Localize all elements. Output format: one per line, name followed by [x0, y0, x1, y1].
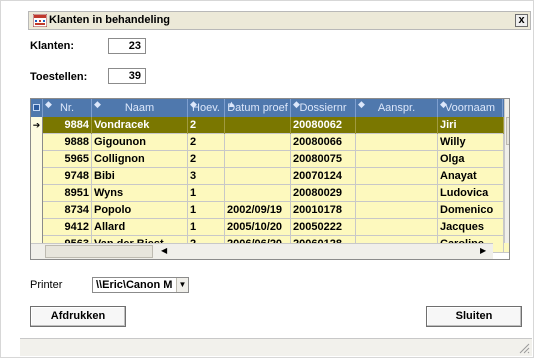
cell-datum-proef	[225, 168, 291, 185]
cell-voornaam: Olga	[438, 151, 504, 168]
row-indicator	[31, 202, 43, 219]
toestellen-label: Toestellen:	[30, 71, 88, 83]
scroll-right-icon[interactable]: ▶	[480, 247, 486, 255]
vertical-scroll-thumb[interactable]	[506, 117, 509, 145]
cell-hoev: 1	[188, 185, 225, 202]
grid-corner-button[interactable]	[31, 99, 43, 117]
printer-label: Printer	[30, 279, 63, 291]
cell-naam: Wyns	[92, 185, 188, 202]
klanten-count-field[interactable]: 23	[108, 38, 146, 54]
cell-aanspr	[356, 202, 438, 219]
grid-header: ◆ Nr. ◆ Naam ◆ Hoev. ▲ Datum proef ◆ Dossiern…	[31, 99, 509, 117]
cell-dossiernr: 20010178	[291, 202, 356, 219]
cell-voornaam: Jacques	[438, 219, 504, 236]
cell-voornaam: Domenico	[438, 202, 504, 219]
cell-dossiernr: 20050222	[291, 219, 356, 236]
cell-naam: Popolo	[92, 202, 188, 219]
cell-dossiernr: 20080062	[291, 117, 356, 134]
cell-datum-proef	[225, 117, 291, 134]
cell-nr: 5965	[43, 151, 92, 168]
horizontal-scroll-thumb[interactable]	[45, 245, 153, 258]
cell-nr: 8734	[43, 202, 92, 219]
cell-aanspr	[356, 151, 438, 168]
resize-grip-icon[interactable]	[519, 343, 530, 354]
column-header-voornaam[interactable]: ◆ Voornaam	[438, 99, 503, 117]
printer-value: \\Eric\Canon M	[96, 279, 173, 291]
table-row[interactable]: 8951 Wyns 1 20080029 Ludovica	[31, 185, 509, 202]
cell-nr: 9748	[43, 168, 92, 185]
cell-dossiernr: 20080075	[291, 151, 356, 168]
klanten-label: Klanten:	[30, 40, 74, 52]
vertical-scrollbar[interactable]: ▲ ▼	[504, 99, 510, 243]
cell-naam: Vondracek	[92, 117, 188, 134]
dialog-window: Klanten in behandeling x Klanten: 23 Toe…	[0, 0, 534, 358]
cell-hoev: 3	[188, 168, 225, 185]
table-row[interactable]: ➔ 9884 Vondracek 2 20080062 Jiri	[31, 117, 509, 134]
cell-nr: 9884	[43, 117, 92, 134]
app-icon	[33, 14, 47, 27]
cell-hoev: 2	[188, 117, 225, 134]
cell-hoev: 2	[188, 151, 225, 168]
column-header-nr[interactable]: ◆ Nr.	[43, 99, 92, 117]
column-header-hoev[interactable]: ◆ Hoev.	[188, 99, 225, 117]
table-row[interactable]: 5965 Collignon 2 20080075 Olga	[31, 151, 509, 168]
cell-voornaam: Jiri	[438, 117, 504, 134]
cell-nr: 8951	[43, 185, 92, 202]
cell-naam: Collignon	[92, 151, 188, 168]
cell-aanspr	[356, 168, 438, 185]
row-indicator	[31, 134, 43, 151]
cell-datum-proef: 2005/10/20	[225, 219, 291, 236]
cell-voornaam: Willy	[438, 134, 504, 151]
cell-hoev: 2	[188, 134, 225, 151]
cell-naam: Gigounon	[92, 134, 188, 151]
cell-voornaam: Ludovica	[438, 185, 504, 202]
print-button[interactable]: Afdrukken	[30, 306, 126, 327]
cell-hoev: 1	[188, 202, 225, 219]
table-row[interactable]: 8734 Popolo 1 2002/09/19 20010178 Domeni…	[31, 202, 509, 219]
cell-nr: 9412	[43, 219, 92, 236]
cell-datum-proef	[225, 151, 291, 168]
status-bar	[20, 338, 532, 356]
chevron-down-icon[interactable]: ▼	[176, 278, 188, 292]
printer-select[interactable]: \\Eric\Canon M ▼	[92, 277, 189, 293]
cell-nr: 9888	[43, 134, 92, 151]
cell-naam: Allard	[92, 219, 188, 236]
title-bar[interactable]: Klanten in behandeling x	[28, 11, 531, 30]
row-indicator	[31, 151, 43, 168]
column-header-aanspr[interactable]: ◆ Aanspr.	[356, 99, 438, 117]
cell-dossiernr: 20080066	[291, 134, 356, 151]
close-button[interactable]: Sluiten	[426, 306, 522, 327]
cell-datum-proef: 2002/09/19	[225, 202, 291, 219]
close-icon[interactable]: x	[515, 14, 528, 27]
table-row[interactable]: 9748 Bibi 3 20070124 Anayat	[31, 168, 509, 185]
cell-voornaam: Anayat	[438, 168, 504, 185]
cell-aanspr	[356, 219, 438, 236]
row-indicator	[31, 219, 43, 236]
column-header-naam[interactable]: ◆ Naam	[92, 99, 188, 117]
row-indicator	[31, 185, 43, 202]
current-row-arrow-icon: ➔	[31, 117, 43, 134]
cell-aanspr	[356, 134, 438, 151]
column-header-datum-proef[interactable]: ▲ Datum proef	[225, 99, 291, 117]
cell-datum-proef	[225, 134, 291, 151]
customers-grid[interactable]: ◆ Nr. ◆ Naam ◆ Hoev. ▲ Datum proef ◆ Dossiern…	[30, 98, 510, 260]
cell-dossiernr: 20070124	[291, 168, 356, 185]
scroll-left-icon[interactable]: ◀	[161, 247, 167, 255]
row-indicator	[31, 168, 43, 185]
scroll-down-icon[interactable]: ▼	[509, 229, 510, 237]
toestellen-count-field[interactable]: 39	[108, 68, 146, 84]
grid-select-icon	[33, 104, 40, 111]
column-header-dossiernr[interactable]: ◆ Dossiernr	[291, 99, 356, 117]
cell-aanspr	[356, 117, 438, 134]
table-row[interactable]: 9888 Gigounon 2 20080066 Willy	[31, 134, 509, 151]
window-title: Klanten in behandeling	[49, 14, 171, 26]
cell-hoev: 1	[188, 219, 225, 236]
scroll-up-icon[interactable]: ▲	[509, 103, 510, 111]
cell-datum-proef	[225, 185, 291, 202]
cell-naam: Bibi	[92, 168, 188, 185]
cell-aanspr	[356, 185, 438, 202]
cell-dossiernr: 20080029	[291, 185, 356, 202]
horizontal-scrollbar[interactable]: ◀ ▶	[31, 243, 493, 259]
table-row[interactable]: 9412 Allard 1 2005/10/20 20050222 Jacque…	[31, 219, 509, 236]
